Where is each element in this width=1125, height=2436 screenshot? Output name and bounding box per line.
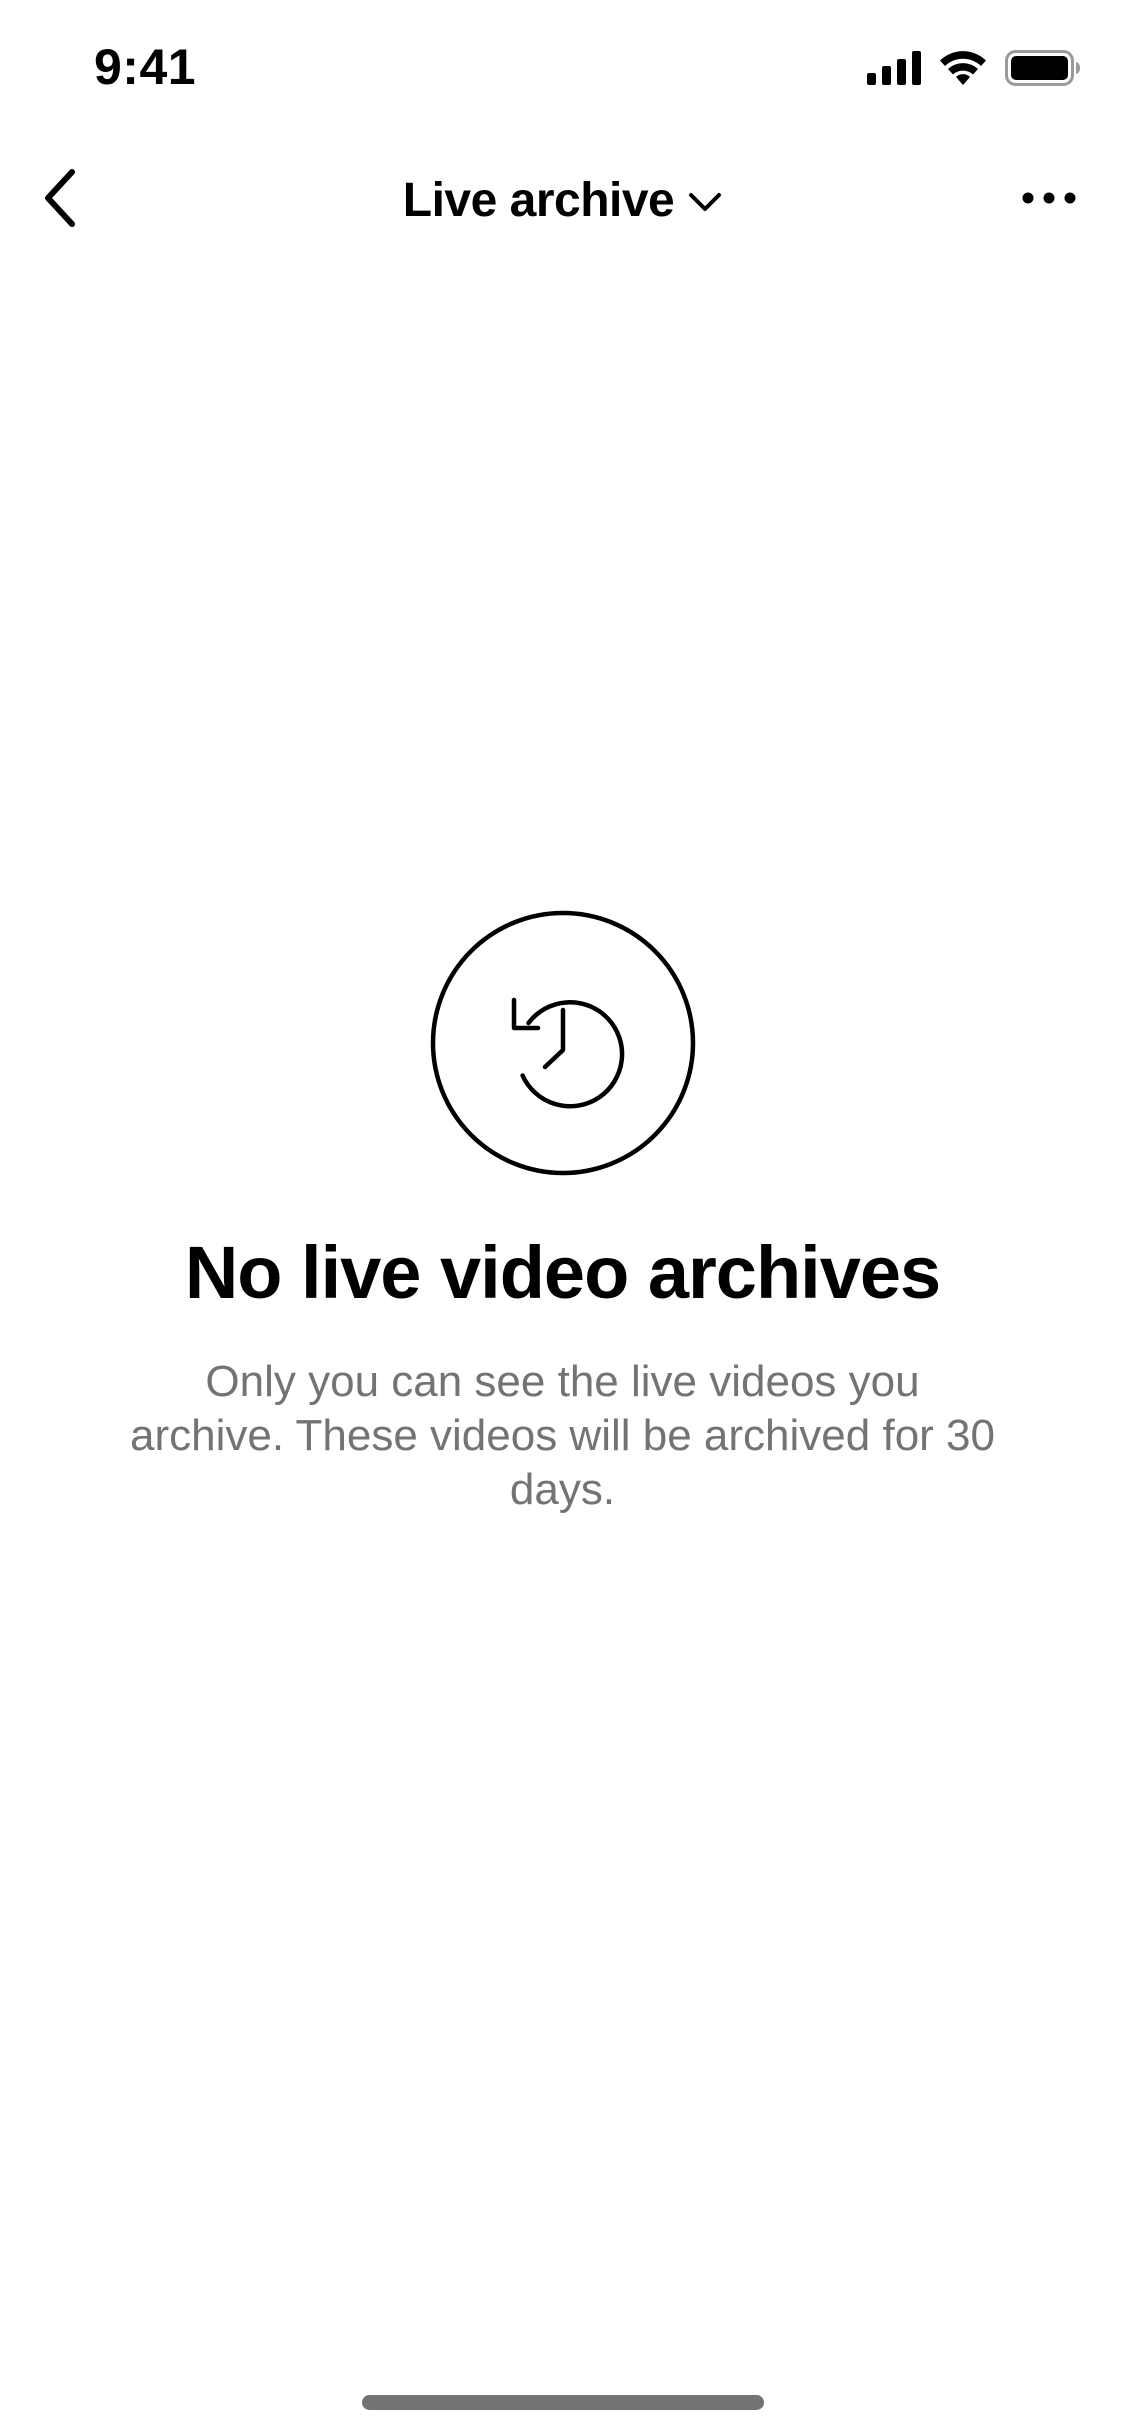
empty-state-title: No live video archives <box>184 1231 941 1314</box>
page-title: Live archive <box>402 173 675 227</box>
nav-bar: Live archive <box>0 140 1125 260</box>
history-clock-icon <box>430 910 696 1176</box>
empty-state-description: Only you can see the live videos you arc… <box>130 1357 995 1514</box>
more-options-button[interactable] <box>1001 160 1097 240</box>
empty-state: No live video archives Only you can see … <box>0 910 1125 1517</box>
status-bar: 9:41 <box>0 0 1125 140</box>
cellular-signal-icon <box>867 51 921 90</box>
battery-icon <box>1005 50 1081 91</box>
status-icons <box>867 50 1081 91</box>
more-horizontal-icon <box>1022 191 1076 210</box>
archive-type-dropdown[interactable]: Live archive <box>0 140 1125 260</box>
chevron-down-icon <box>688 192 722 214</box>
wifi-icon <box>939 51 987 90</box>
home-indicator[interactable] <box>362 2395 764 2410</box>
status-time: 9:41 <box>94 39 197 95</box>
